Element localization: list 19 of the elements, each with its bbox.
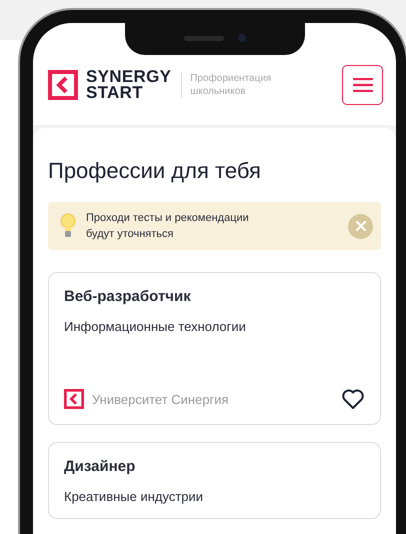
close-icon: [356, 221, 366, 231]
card-title: Веб-разработчик: [64, 288, 192, 305]
page-title: Профессии для тебя: [48, 158, 262, 184]
profession-card[interactable]: Дизайнер Креативные индустрии: [48, 442, 381, 519]
menu-icon: [352, 78, 372, 92]
logo-icon: [48, 70, 78, 100]
tagline: Профориентация школьников: [181, 72, 272, 98]
card-title: Дизайнер: [64, 458, 136, 475]
menu-button[interactable]: [342, 65, 383, 105]
university-name: Университет Синергия: [92, 392, 229, 406]
profession-card[interactable]: Веб-разработчик Информационные технологии Университет Синергия: [48, 272, 381, 425]
lightbulb-icon: [60, 213, 76, 239]
university-logo-icon: [64, 389, 84, 409]
favorite-button[interactable]: [341, 388, 365, 410]
notice-text: Проходи тесты и рекомендации будут уточняться: [86, 211, 250, 242]
card-category: Креативные индустрии: [64, 489, 204, 504]
logo-text: SYNERGY START: [86, 69, 172, 101]
card-category: Информационные технологии: [64, 319, 247, 334]
heart-icon: [341, 388, 365, 410]
